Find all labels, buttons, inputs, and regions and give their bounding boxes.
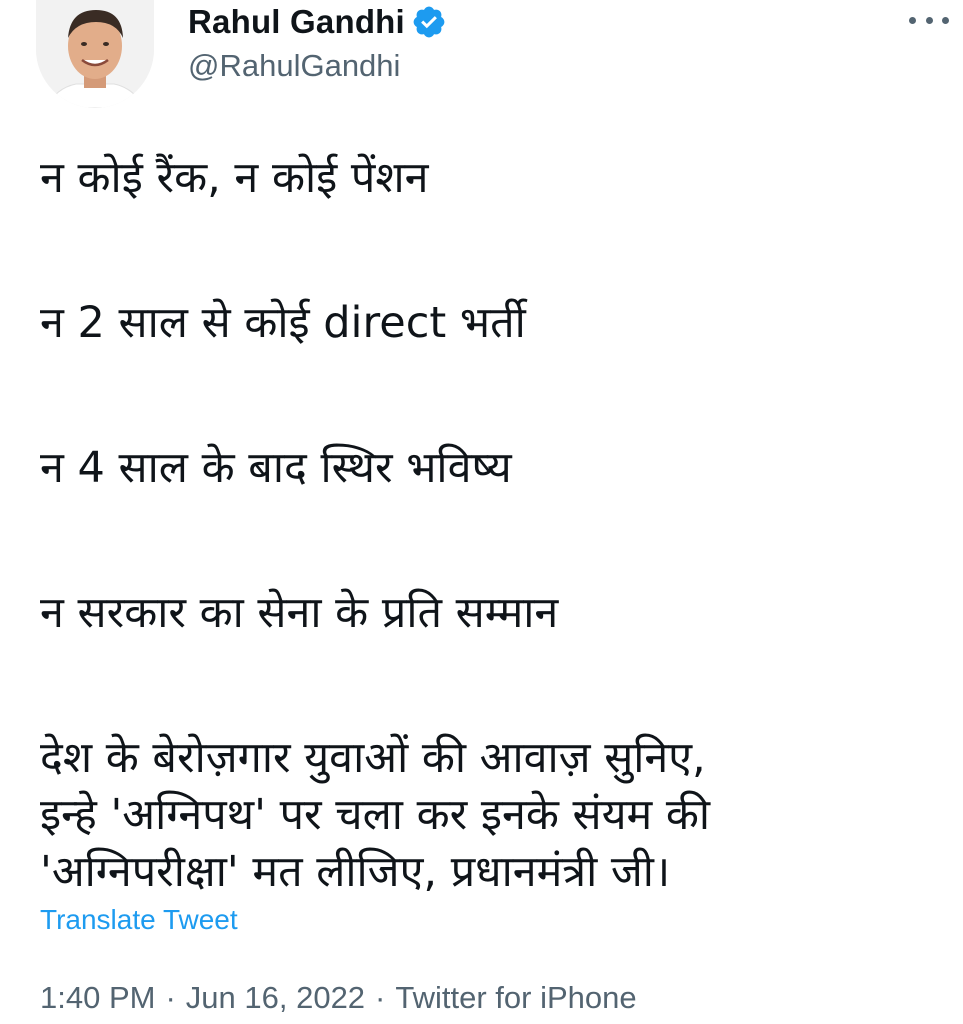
tweet-line: न सरकार का सेना के प्रति सम्मान	[40, 588, 559, 638]
tweet-text: न कोई रैंक, न कोई पेंशन न 2 साल से कोई d…	[40, 150, 940, 901]
author-name-row[interactable]: Rahul Gandhi	[188, 2, 447, 42]
tweet-line: इन्हे 'अग्निपथ' पर चला कर इनके संयम की	[40, 790, 711, 840]
tweet-source[interactable]: Twitter for iPhone	[395, 980, 636, 1015]
meta-separator: ·	[375, 980, 386, 1015]
tweet-date[interactable]: Jun 16, 2022	[186, 980, 365, 1015]
tweet-paragraph: न सरकार का सेना के प्रति सम्मान	[40, 585, 940, 642]
author-handle[interactable]: @RahulGandhi	[188, 48, 400, 84]
meta-separator: ·	[165, 980, 176, 1015]
tweet-line: 'अग्निपरीक्षा' मत लीजिए, प्रधानमंत्री जी…	[40, 847, 671, 897]
verified-badge-icon	[411, 4, 447, 40]
tweet-line: न 2 साल से कोई direct भर्ती	[40, 298, 526, 348]
tweet: Rahul Gandhi @RahulGandhi न कोई रैंक, न …	[0, 0, 963, 1024]
tweet-line: देश के बेरोज़गार युवाओं की आवाज़ सुनिए,	[40, 733, 706, 783]
translate-tweet-link[interactable]: Translate Tweet	[40, 904, 238, 936]
author-display-name[interactable]: Rahul Gandhi	[188, 3, 405, 41]
more-options-icon[interactable]	[909, 8, 949, 32]
tweet-line: न कोई रैंक, न कोई पेंशन	[40, 153, 429, 203]
tweet-paragraph: न 4 साल के बाद स्थिर भविष्य	[40, 440, 940, 497]
more-dot	[909, 16, 916, 24]
tweet-metadata: 1:40 PM · Jun 16, 2022 · Twitter for iPhone	[40, 980, 637, 1016]
more-dot	[942, 16, 949, 24]
avatar[interactable]	[36, 0, 154, 108]
tweet-time[interactable]: 1:40 PM	[40, 980, 155, 1015]
more-dot	[925, 16, 933, 24]
tweet-paragraph: न कोई रैंक, न कोई पेंशन	[40, 150, 940, 207]
tweet-line: न 4 साल के बाद स्थिर भविष्य	[40, 443, 512, 493]
tweet-paragraph: न 2 साल से कोई direct भर्ती	[40, 295, 940, 352]
tweet-paragraph: देश के बेरोज़गार युवाओं की आवाज़ सुनिए, …	[40, 730, 940, 901]
